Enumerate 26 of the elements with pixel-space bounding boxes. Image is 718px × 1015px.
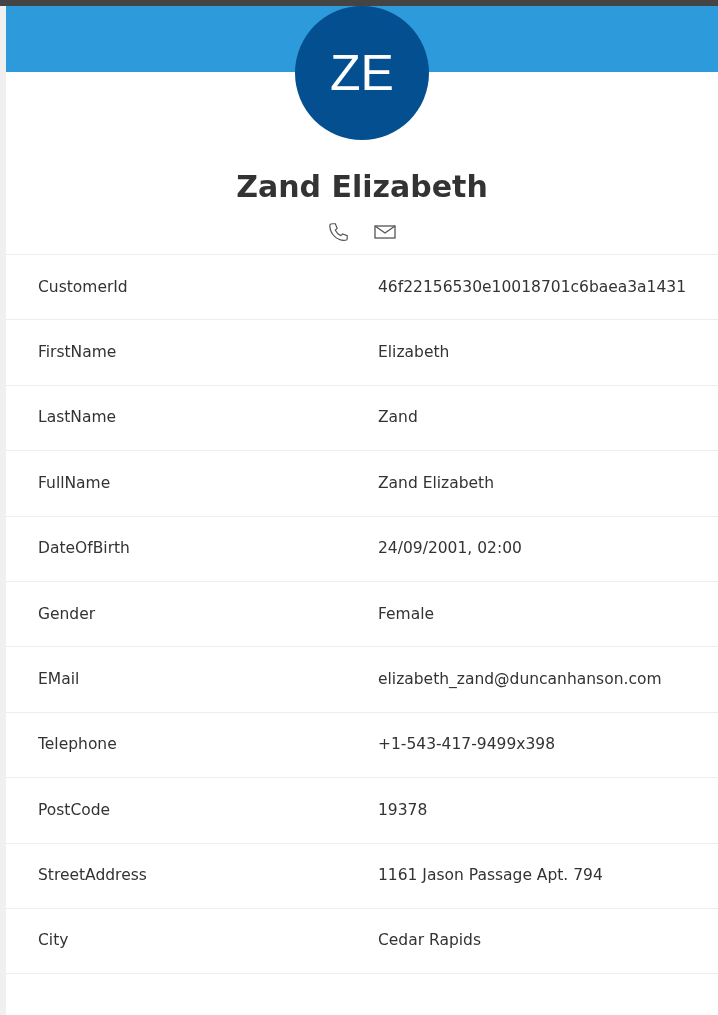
field-label: EMail — [38, 669, 80, 688]
field-label: FirstName — [38, 342, 117, 361]
field-value: elizabeth_zand@duncanhanson.com — [378, 668, 662, 690]
field-value: 24/09/2001, 02:00 — [378, 538, 522, 560]
avatar: ZE — [295, 6, 429, 140]
field-label: StreetAddress — [38, 866, 147, 885]
field-value: Zand Elizabeth — [378, 472, 495, 494]
field-label: PostCode — [38, 800, 111, 819]
field-value: 19378 — [378, 799, 428, 821]
mail-icon[interactable] — [374, 224, 396, 240]
field-value: 46f22156530e10018701c6baea3a1431 — [378, 276, 687, 298]
field-label: LastName — [38, 408, 116, 427]
field-label: Gender — [38, 604, 96, 623]
field-label: FullName — [38, 473, 111, 492]
field-label: CustomerId — [38, 277, 128, 296]
field-value: +1-543-417-9499x398 — [378, 734, 555, 756]
contact-name: Zand Elizabeth — [236, 168, 488, 206]
field-value: 1161 Jason Passage Apt. 794 — [378, 865, 603, 887]
field-value: Elizabeth — [378, 341, 450, 363]
field-label: Telephone — [38, 735, 117, 754]
phone-icon[interactable] — [328, 221, 350, 243]
field-value: Cedar Rapids — [378, 930, 481, 952]
field-label: DateOfBirth — [38, 539, 130, 558]
field-value: Zand — [378, 407, 418, 429]
field-value: Female — [378, 603, 435, 625]
field-label: City — [38, 931, 69, 950]
